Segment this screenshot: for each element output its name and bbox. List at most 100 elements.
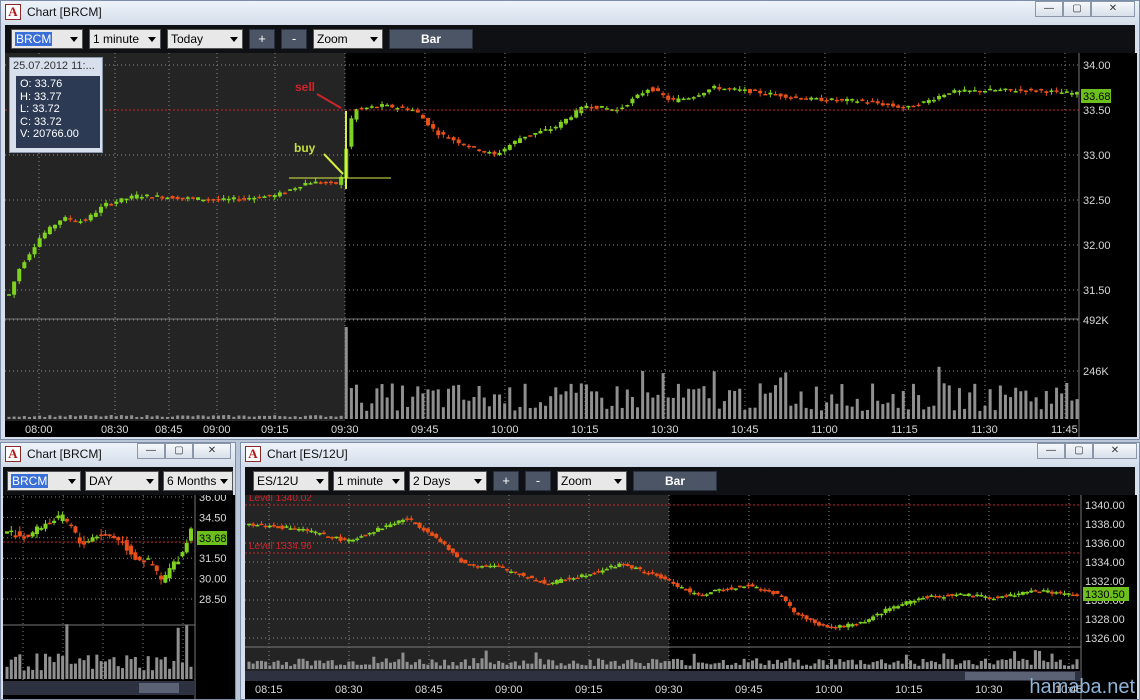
volume-bar bbox=[750, 660, 754, 669]
range-select[interactable]: Today bbox=[167, 29, 243, 49]
interval-select[interactable]: 1 minute bbox=[89, 29, 161, 49]
volume-bar bbox=[804, 407, 808, 419]
volume-bar bbox=[884, 663, 888, 669]
minimize-icon[interactable]: — bbox=[1037, 443, 1065, 459]
time-axis-label: 10:15 bbox=[895, 684, 923, 696]
es-chart-area[interactable]: Level 1340.02 Level 1334.96 1340.00 1338.… bbox=[245, 495, 1137, 699]
price-candle bbox=[349, 118, 354, 147]
symbol-value: ES/12U bbox=[257, 474, 299, 488]
price-candle bbox=[400, 106, 405, 108]
volume-bar bbox=[900, 663, 904, 669]
app-icon: A bbox=[5, 4, 21, 20]
es-candle bbox=[958, 593, 963, 596]
es-scrollbar[interactable] bbox=[245, 671, 1081, 681]
price-candle bbox=[328, 181, 333, 184]
bar-type-button[interactable]: Bar bbox=[389, 29, 473, 49]
price-candle bbox=[1039, 88, 1044, 91]
volume-bar bbox=[298, 416, 302, 419]
minimize-icon[interactable]: — bbox=[137, 443, 165, 459]
zoom-value: Zoom bbox=[561, 474, 592, 488]
zoom-in-button[interactable]: + bbox=[249, 29, 275, 49]
volume-bar bbox=[484, 650, 488, 669]
close-icon[interactable]: ✕ bbox=[193, 443, 231, 459]
volume-bar bbox=[86, 655, 90, 679]
volume-bar bbox=[330, 660, 334, 669]
volume-bar bbox=[954, 664, 958, 669]
close-icon[interactable]: ✕ bbox=[1093, 443, 1137, 459]
symbol-select[interactable]: BRCM bbox=[11, 29, 83, 49]
volume-bar bbox=[17, 416, 21, 419]
chevron-down-icon bbox=[370, 37, 378, 42]
main-titlebar[interactable]: A Chart [BRCM] — ▢ ✕ bbox=[1, 1, 1139, 25]
daily-candle bbox=[129, 545, 134, 555]
volume-bar bbox=[359, 664, 363, 669]
es-candle bbox=[359, 536, 364, 538]
interval-select[interactable]: DAY bbox=[85, 471, 159, 491]
time-axis-label: 09:00 bbox=[495, 684, 523, 696]
es-candle bbox=[342, 538, 347, 540]
es-candle bbox=[471, 564, 476, 566]
volume-bar bbox=[48, 415, 52, 419]
volume-bar bbox=[971, 664, 975, 669]
symbol-select[interactable]: BRCM bbox=[7, 471, 81, 491]
bar-type-button[interactable]: Bar bbox=[633, 471, 717, 491]
maximize-icon[interactable]: ▢ bbox=[1063, 1, 1091, 17]
price-candle bbox=[277, 192, 282, 197]
volume-bar bbox=[314, 660, 318, 669]
volume-bar bbox=[446, 388, 450, 419]
daily-scroll-thumb[interactable] bbox=[139, 683, 179, 693]
zoom-select[interactable]: Zoom bbox=[313, 29, 383, 49]
symbol-select[interactable]: ES/12U bbox=[253, 471, 329, 491]
es-toolbar: ES/12U 1 minute 2 Days + - Zoom Bar bbox=[245, 467, 1135, 495]
daily-candle bbox=[9, 530, 14, 533]
es-candle bbox=[446, 545, 451, 550]
volume-bar bbox=[655, 659, 659, 669]
daily-chart-area[interactable]: 36.0034.5033.0031.5030.0028.50 33.68 bbox=[3, 495, 235, 699]
volume-bar bbox=[79, 415, 83, 419]
main-chart-area[interactable]: sell buy 34.00 33.50 33.00 32.50 32.00 31.50 4… bbox=[5, 53, 1137, 437]
es-candle bbox=[375, 527, 380, 532]
interval-select[interactable]: 1 minute bbox=[333, 471, 405, 491]
volume-bar bbox=[538, 658, 542, 669]
range-select[interactable]: 2 Days bbox=[409, 471, 487, 491]
volume-bar bbox=[636, 407, 640, 419]
volume-bar bbox=[588, 659, 592, 669]
maximize-icon[interactable]: ▢ bbox=[165, 443, 193, 459]
daily-candle bbox=[180, 552, 185, 557]
es-candle bbox=[313, 531, 318, 534]
zoom-out-button[interactable]: - bbox=[281, 29, 307, 49]
es-candle bbox=[247, 523, 251, 526]
volume-bar bbox=[189, 666, 193, 679]
es-candle bbox=[584, 575, 589, 578]
es-titlebar[interactable]: A Chart [ES/12U] — ▢ ✕ bbox=[241, 443, 1139, 467]
maximize-icon[interactable]: ▢ bbox=[1065, 443, 1093, 459]
price-candle bbox=[1029, 88, 1034, 91]
zoom-out-button[interactable]: - bbox=[525, 471, 551, 491]
volume-bar bbox=[845, 405, 849, 419]
app-icon: A bbox=[245, 446, 261, 462]
zoom-select[interactable]: Zoom bbox=[557, 471, 627, 491]
volume-bar bbox=[551, 660, 555, 669]
close-icon[interactable]: ✕ bbox=[1091, 1, 1135, 17]
price-candle bbox=[916, 104, 921, 107]
price-candle bbox=[385, 104, 390, 107]
minimize-icon[interactable]: — bbox=[1035, 1, 1063, 17]
price-candle bbox=[824, 99, 829, 102]
es-candle bbox=[542, 579, 547, 584]
info-high: H: 33.77 bbox=[20, 90, 62, 103]
range-select[interactable]: 6 Months bbox=[163, 471, 233, 491]
es-candle bbox=[904, 601, 909, 605]
volume-bar bbox=[509, 662, 513, 669]
time-axis-label: 08:45 bbox=[415, 684, 443, 696]
price-candle bbox=[78, 221, 83, 223]
es-candle bbox=[875, 613, 880, 616]
zoom-in-button[interactable]: + bbox=[493, 471, 519, 491]
volume-bar bbox=[917, 665, 921, 669]
daily-candle bbox=[176, 561, 181, 565]
range-value: Today bbox=[171, 32, 204, 46]
price-candle bbox=[487, 151, 492, 154]
volume-bar bbox=[380, 661, 384, 669]
es-candle bbox=[538, 580, 543, 583]
daily-titlebar[interactable]: A Chart [BRCM] — ▢ ✕ bbox=[1, 443, 235, 467]
time-axis-label: 10:30 bbox=[651, 424, 679, 436]
